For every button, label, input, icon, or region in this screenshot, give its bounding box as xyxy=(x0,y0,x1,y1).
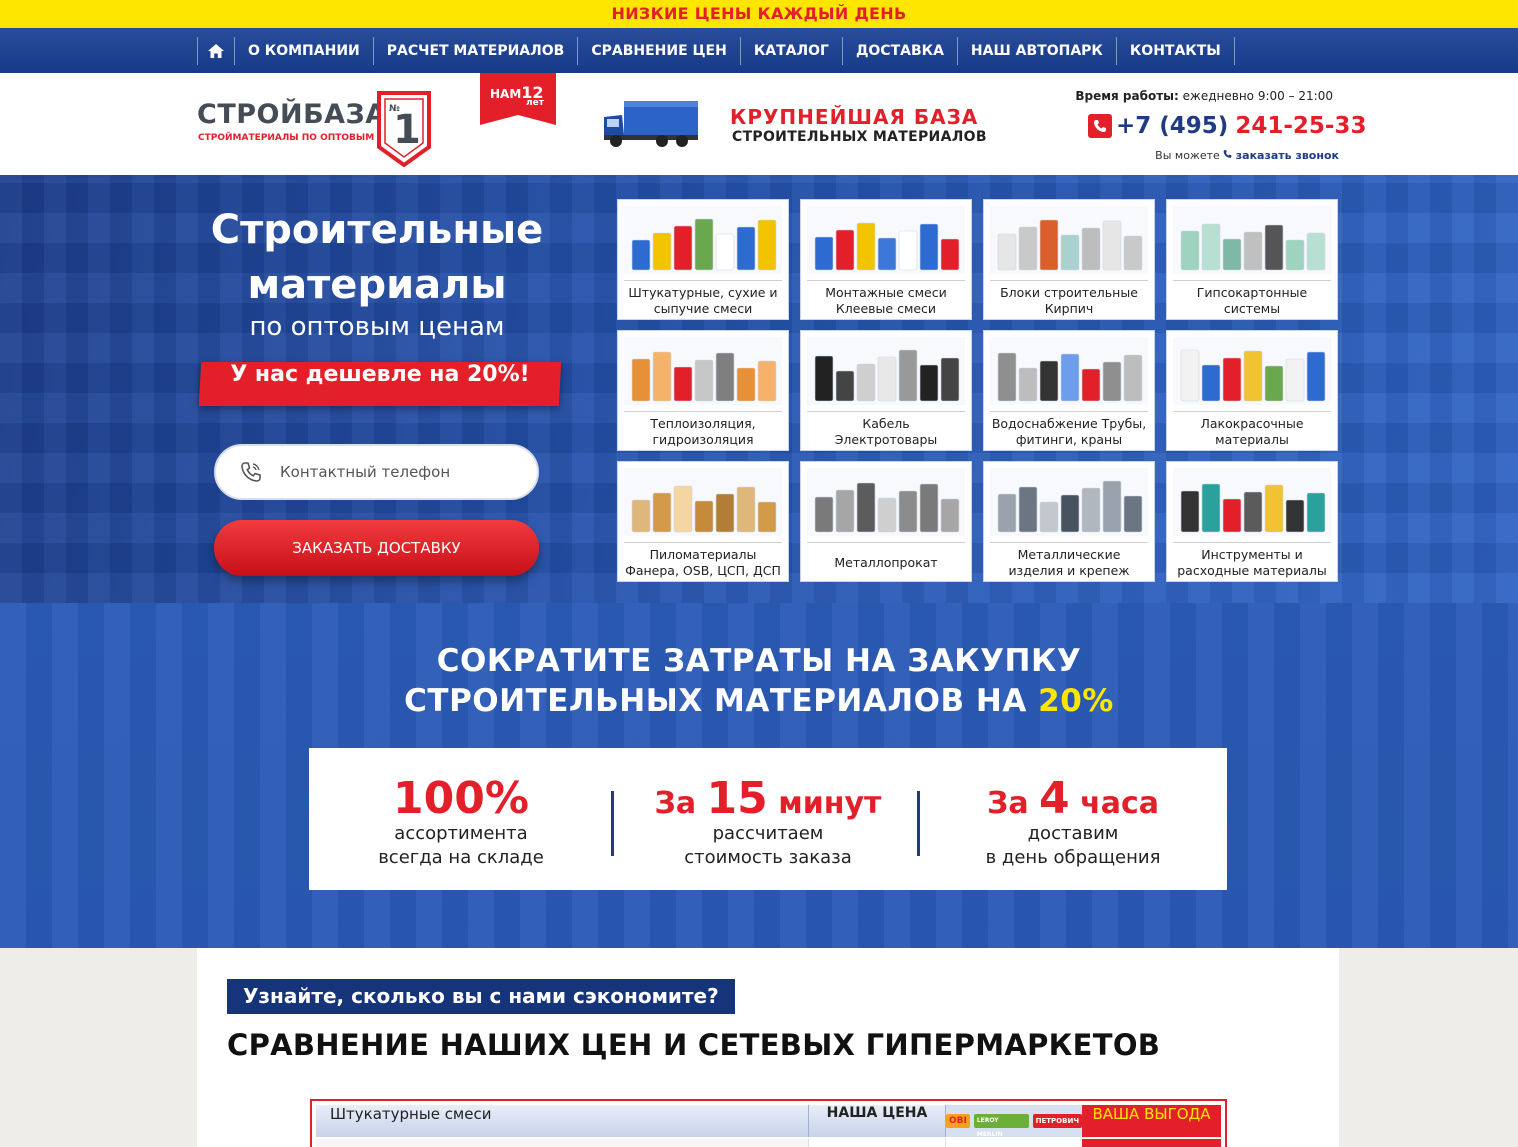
home-link[interactable] xyxy=(197,37,235,65)
nav-item-calculator[interactable]: РАСЧЕТ МАТЕРИАЛОВ xyxy=(374,37,579,65)
category-card-lumber[interactable]: Пиломатериалы Фанера, OSB, ЦСП, ДСП xyxy=(617,461,789,582)
category-card-mounting-mixes[interactable]: Монтажные смеси Клеевые смеси xyxy=(800,199,972,320)
slogan-headline: КРУПНЕЙШАЯ БАЗА xyxy=(730,105,979,129)
phone-icon xyxy=(1088,114,1112,138)
order-delivery-button[interactable]: ЗАКАЗАТЬ ДОСТАВКУ xyxy=(214,520,539,576)
category-card-tools[interactable]: Инструменты и расходные материалы xyxy=(1166,461,1338,582)
category-image-icon xyxy=(807,468,965,536)
site-header: СТРОЙБАЗА СТРОЙМАТЕРИАЛЫ ПО ОПТОВЫМ ЦЕНА… xyxy=(0,73,1518,175)
savings-section: СОКРАТИТЕ ЗАТРАТЫ НА ЗАКУПКУ СТРОИТЕЛЬНЫ… xyxy=(0,603,1518,948)
phone-icon xyxy=(241,462,261,482)
contact-phone-field[interactable] xyxy=(214,444,539,500)
stats-panel: 100% ассортимента всегда на складе За 15… xyxy=(309,748,1227,890)
category-label: Водоснабжение Трубы, фитинги, краны xyxy=(991,416,1147,447)
th-product: Штукатурные смеси xyxy=(316,1105,808,1137)
category-label: Штукатурные, сухие и сыпучие смеси xyxy=(628,285,778,316)
category-label: Монтажные смеси Клеевые смеси xyxy=(825,285,947,316)
category-label: Гипсокартонные системы xyxy=(1196,285,1308,316)
category-image-icon xyxy=(990,206,1148,274)
promo-bar: НИЗКИЕ ЦЕНЫ КАЖДЫЙ ДЕНЬ xyxy=(0,0,1518,28)
hero-subtitle: по оптовым ценам xyxy=(249,312,505,342)
category-image-icon xyxy=(1173,468,1331,536)
category-image-icon xyxy=(1173,337,1331,405)
compare-title: СРАВНЕНИЕ НАШИХ ЦЕН И СЕТЕВЫХ ГИПЕРМАРКЕ… xyxy=(227,1028,1161,1062)
category-image-icon xyxy=(807,206,965,274)
nav-item-catalog[interactable]: КАТАЛОГ xyxy=(741,37,843,65)
savings-title: СОКРАТИТЕ ЗАТРАТЫ НА ЗАКУПКУ СТРОИТЕЛЬНЫ… xyxy=(404,643,1114,719)
logo-shield-icon: № 1 xyxy=(377,91,431,167)
category-label: Металлопрокат xyxy=(834,555,938,570)
contact-phone-input[interactable] xyxy=(280,463,510,481)
promo-text: НИЗКИЕ ЦЕНЫ КАЖДЫЙ ДЕНЬ xyxy=(611,4,907,23)
stat-calculation: За 15 минут рассчитаем стоимость заказа xyxy=(654,773,882,869)
years-ribbon: НАМ12 лет xyxy=(490,83,544,108)
compare-tag: Узнайте, сколько вы с нами сэкономите? xyxy=(227,979,735,1014)
category-image-icon xyxy=(624,337,782,405)
category-card-paints[interactable]: Лакокрасочные материалы xyxy=(1166,330,1338,451)
category-card-blocks-bricks[interactable]: Блоки строительные Кирпич xyxy=(983,199,1155,320)
category-image-icon xyxy=(990,468,1148,536)
header-phone[interactable]: +7 (495) 241-25-33 xyxy=(1088,113,1366,139)
slogan-subline: СТРОИТЕЛЬНЫХ МАТЕРИАЛОВ xyxy=(732,129,987,145)
working-hours: Время работы: ежедневно 9:00 – 21:00 xyxy=(1075,89,1333,103)
main-nav: О КОМПАНИИ РАСЧЕТ МАТЕРИАЛОВ СРАВНЕНИЕ Ц… xyxy=(0,28,1518,73)
stat-divider xyxy=(917,791,920,856)
category-label: Кабель Электротовары xyxy=(834,416,938,447)
category-label: Теплоизоляция, гидроизоляция xyxy=(650,416,756,447)
truck-icon xyxy=(604,101,698,147)
price-compare-section: Узнайте, сколько вы с нами сэкономите? С… xyxy=(197,948,1339,1147)
compare-table: Штукатурные смеси НАША ЦЕНА OBI LEROY ME… xyxy=(310,1099,1227,1147)
category-label: Лакокрасочные материалы xyxy=(1200,416,1304,447)
category-label: Блоки строительные Кирпич xyxy=(1000,285,1138,316)
category-card-plumbing[interactable]: Водоснабжение Трубы, фитинги, краны xyxy=(983,330,1155,451)
category-image-icon xyxy=(807,337,965,405)
nav-item-contacts[interactable]: КОНТАКТЫ xyxy=(1117,37,1235,65)
category-image-icon xyxy=(624,206,782,274)
stat-divider xyxy=(611,791,614,856)
logo[interactable]: СТРОЙБАЗА СТРОЙМАТЕРИАЛЫ ПО ОПТОВЫМ ЦЕНА… xyxy=(197,81,437,167)
phone-number: 241-25-33 xyxy=(1235,113,1367,139)
callback-link[interactable]: заказать звонок xyxy=(1236,149,1339,162)
logo-name: СТРОЙБАЗА xyxy=(197,99,387,130)
obi-logo: OBI xyxy=(946,1114,970,1128)
compare-table-header: Штукатурные смеси НАША ЦЕНА OBI LEROY ME… xyxy=(316,1105,1221,1138)
hero-section: Строительные материалы по оптовым ценам … xyxy=(0,175,1518,603)
category-image-icon xyxy=(990,337,1148,405)
leroy-merlin-logo: LEROY MERLIN xyxy=(973,1114,1029,1138)
nav-item-about[interactable]: О КОМПАНИИ xyxy=(235,37,374,65)
callback-text: Вы можете заказать звонок xyxy=(1155,149,1339,162)
category-grid: Штукатурные, сухие и сыпучие смеси Монтажн… xyxy=(617,199,1339,582)
home-icon xyxy=(208,44,224,58)
petrovich-logo: ПЕТРОВИЧ xyxy=(1032,1114,1082,1128)
nav-item-fleet[interactable]: НАШ АВТОПАРК xyxy=(958,37,1117,65)
nav-item-delivery[interactable]: ДОСТАВКА xyxy=(843,37,958,65)
phone-code: +7 (495) xyxy=(1116,113,1229,139)
stat-delivery: За 4 часа доставим в день обращения xyxy=(985,773,1161,869)
category-card-insulation[interactable]: Теплоизоляция, гидроизоляция xyxy=(617,330,789,451)
handset-icon xyxy=(1223,150,1232,158)
stat-assortment: 100% ассортимента всегда на складе xyxy=(378,773,544,869)
category-label: Инструменты и расходные материалы xyxy=(1177,547,1327,578)
category-card-metal-rolling[interactable]: Металлопрокат xyxy=(800,461,972,582)
category-card-plaster-mixes[interactable]: Штукатурные, сухие и сыпучие смеси xyxy=(617,199,789,320)
category-label: Металлические изделия и крепеж xyxy=(1008,547,1130,578)
th-stores: OBI LEROY MERLIN ПЕТРОВИЧ xyxy=(945,1105,1082,1138)
table-row xyxy=(316,1139,1221,1147)
category-card-fasteners[interactable]: Металлические изделия и крепеж xyxy=(983,461,1155,582)
category-card-drywall[interactable]: Гипсокартонные системы xyxy=(1166,199,1338,320)
hero-badge: У нас дешевле на 20%! xyxy=(230,362,530,387)
hero-title: Строительные материалы xyxy=(210,207,544,309)
category-card-cable-electric[interactable]: Кабель Электротовары xyxy=(800,330,972,451)
category-image-icon xyxy=(624,468,782,536)
th-our-price: НАША ЦЕНА xyxy=(808,1105,945,1137)
nav-item-price-compare[interactable]: СРАВНЕНИЕ ЦЕН xyxy=(578,37,741,65)
category-image-icon xyxy=(1173,206,1331,274)
category-label: Пиломатериалы Фанера, OSB, ЦСП, ДСП xyxy=(625,547,781,578)
th-benefit: ВАША ВЫГОДА xyxy=(1082,1105,1221,1137)
svg-text:1: 1 xyxy=(393,107,421,153)
